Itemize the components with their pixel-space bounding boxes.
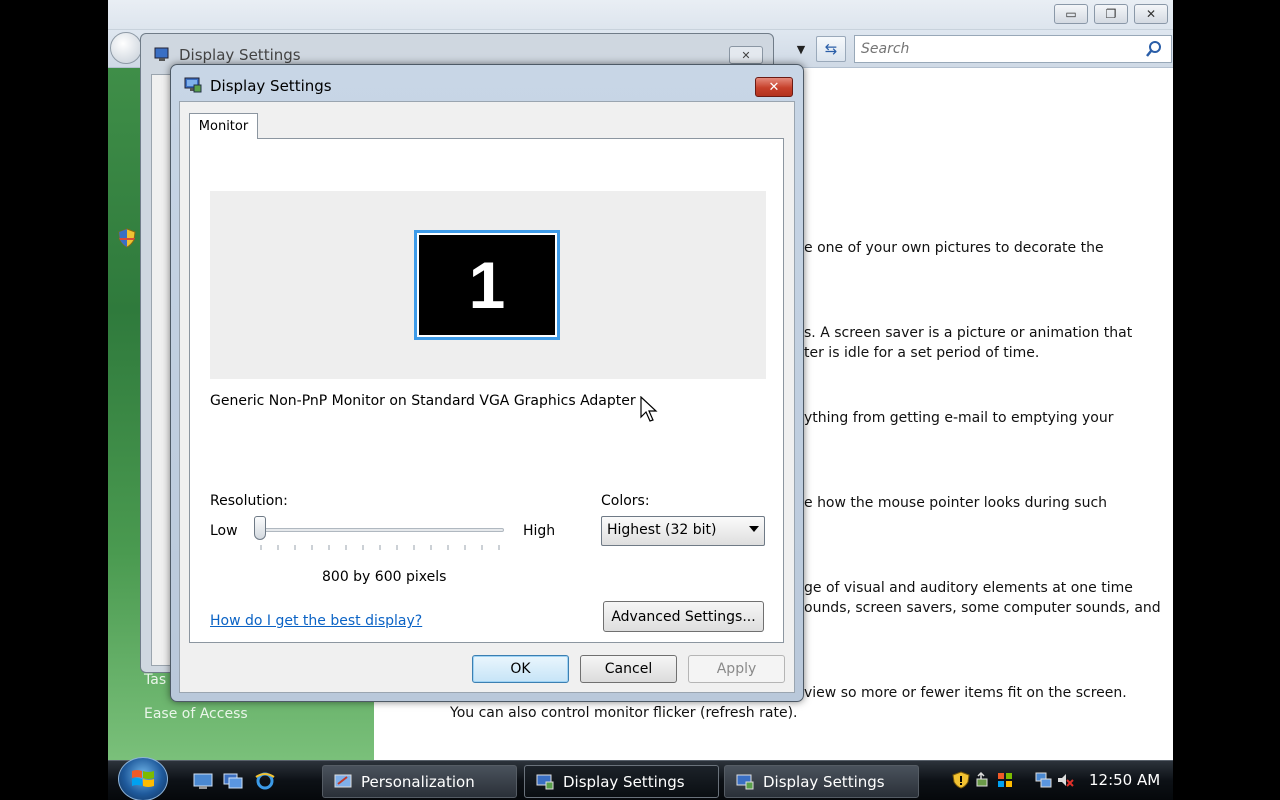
windows-logo-icon bbox=[132, 770, 154, 787]
display-settings-icon bbox=[154, 47, 169, 61]
network-icon[interactable] bbox=[1034, 771, 1052, 789]
show-desktop-icon[interactable] bbox=[192, 771, 214, 791]
internet-explorer-icon[interactable] bbox=[254, 771, 276, 791]
minimize-button[interactable]: ▭ bbox=[1054, 4, 1088, 24]
mouse-cursor-icon bbox=[640, 396, 658, 422]
close-icon: ✕ bbox=[1145, 7, 1157, 21]
low-label: Low bbox=[210, 523, 238, 539]
taskbar-display-settings-active[interactable]: Display Settings bbox=[524, 765, 719, 798]
dialog-title: Display Settings bbox=[210, 77, 332, 95]
windows-sidebar-icon[interactable] bbox=[996, 771, 1014, 789]
resolution-slider-thumb[interactable] bbox=[254, 516, 266, 540]
volume-muted-icon[interactable] bbox=[1056, 771, 1074, 789]
tab-monitor[interactable]: Monitor bbox=[189, 113, 258, 139]
close-icon: ✕ bbox=[741, 48, 751, 62]
control-panel-titlebar: ▭ ❐ ✕ bbox=[108, 0, 1173, 30]
taskbar-personalization[interactable]: Personalization bbox=[322, 765, 517, 798]
display-settings-description-2: You can also control monitor flicker (re… bbox=[450, 705, 798, 721]
refresh-button[interactable]: ⇆ bbox=[816, 36, 846, 62]
theme-description-2: ounds, screen savers, some computer soun… bbox=[804, 600, 1161, 616]
colors-selected-value: Highest (32 bit) bbox=[607, 522, 717, 538]
taskbar-label: Personalization bbox=[361, 772, 475, 791]
ghost-dialog-close-button[interactable]: ✕ bbox=[729, 46, 763, 64]
resolution-slider-ticks bbox=[260, 545, 500, 550]
colors-dropdown[interactable]: Highest (32 bit) bbox=[601, 516, 765, 546]
search-input[interactable] bbox=[861, 40, 1131, 58]
shield-icon bbox=[118, 228, 136, 248]
advanced-settings-button[interactable]: Advanced Settings... bbox=[603, 601, 764, 632]
dialog-client-area: Monitor 1 Generic Non-PnP Monitor on Sta… bbox=[179, 101, 795, 693]
security-alert-icon[interactable] bbox=[952, 771, 970, 789]
taskbar-display-settings[interactable]: Display Settings bbox=[724, 765, 919, 798]
switch-windows-icon[interactable] bbox=[222, 771, 244, 791]
apply-button[interactable]: Apply bbox=[688, 655, 785, 683]
resolution-label: Resolution: bbox=[210, 493, 288, 509]
ok-button[interactable]: OK bbox=[472, 655, 569, 683]
monitor-tab-panel: 1 Generic Non-PnP Monitor on Standard VG… bbox=[189, 138, 784, 643]
restore-button[interactable]: ❐ bbox=[1094, 4, 1128, 24]
best-display-help-link[interactable]: How do I get the best display? bbox=[210, 613, 422, 629]
taskbar: Personalization Display Settings Display… bbox=[108, 757, 1173, 800]
mouse-pointers-description: e how the mouse pointer looks during suc… bbox=[804, 495, 1108, 511]
restore-icon: ❐ bbox=[1105, 7, 1117, 21]
dialog-close-button[interactable]: ✕ bbox=[755, 77, 793, 97]
desktop-background-description: e one of your own pictures to decorate t… bbox=[804, 240, 1104, 256]
taskbar-label: Display Settings bbox=[563, 772, 685, 791]
chevron-down-icon bbox=[749, 526, 759, 532]
colors-label: Colors: bbox=[601, 493, 650, 509]
ghost-dialog-title: Display Settings bbox=[179, 46, 301, 64]
notification-area: 12:50 AM bbox=[926, 761, 1173, 800]
display-settings-icon bbox=[536, 774, 554, 789]
personalization-icon bbox=[334, 774, 352, 787]
minimize-icon: ▭ bbox=[1065, 7, 1077, 21]
display-settings-icon bbox=[184, 77, 202, 93]
screen-saver-description: s. A screen saver is a picture or animat… bbox=[804, 325, 1133, 341]
start-button[interactable] bbox=[118, 757, 168, 800]
sidebar-link-taskbar[interactable]: Tas bbox=[144, 672, 166, 688]
search-box[interactable] bbox=[854, 35, 1172, 63]
close-window-button[interactable]: ✕ bbox=[1134, 4, 1168, 24]
close-icon: ✕ bbox=[768, 79, 780, 95]
sounds-description: ything from getting e-mail to emptying y… bbox=[804, 410, 1114, 426]
screen-saver-description-2: ter is idle for a set period of time. bbox=[804, 345, 1040, 361]
recent-pages-button[interactable]: ▼ bbox=[790, 39, 812, 59]
safely-remove-hardware-icon[interactable] bbox=[974, 771, 992, 789]
resolution-value: 800 by 600 pixels bbox=[322, 569, 447, 585]
refresh-icon: ⇆ bbox=[824, 40, 838, 58]
display-settings-icon bbox=[736, 774, 754, 789]
monitor-number: 1 bbox=[468, 248, 506, 322]
desktop: ▭ ❐ ✕ ▼ ⇆ Tas Ease of Access bbox=[108, 0, 1173, 800]
display-settings-description: view so more or fewer items fit on the s… bbox=[804, 685, 1127, 701]
monitor-arrangement-area: 1 bbox=[210, 191, 766, 379]
taskbar-label: Display Settings bbox=[763, 772, 885, 791]
resolution-slider-track[interactable] bbox=[258, 528, 504, 532]
clock[interactable]: 12:50 AM bbox=[1089, 771, 1160, 789]
chevron-down-icon: ▼ bbox=[796, 42, 806, 56]
display-settings-dialog: Display Settings ✕ Monitor 1 Generic Non… bbox=[170, 64, 804, 702]
monitor-name-label: Generic Non-PnP Monitor on Standard VGA … bbox=[210, 393, 636, 409]
theme-description: ge of visual and auditory elements at on… bbox=[804, 580, 1133, 596]
sidebar-link-ease-of-access[interactable]: Ease of Access bbox=[144, 706, 248, 722]
back-button[interactable] bbox=[110, 32, 142, 64]
cancel-button[interactable]: Cancel bbox=[580, 655, 677, 683]
monitor-1-tile[interactable]: 1 bbox=[414, 230, 560, 340]
search-icon[interactable] bbox=[1145, 40, 1163, 58]
high-label: High bbox=[523, 523, 556, 539]
